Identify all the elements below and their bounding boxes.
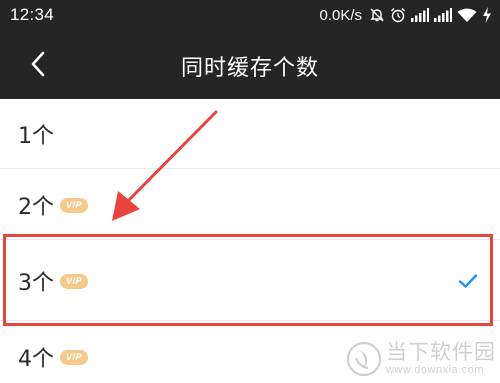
wifi-icon: [457, 8, 477, 23]
charging-icon: [482, 7, 492, 23]
option-row-1[interactable]: 1个: [0, 99, 500, 169]
option-row-3[interactable]: 3个 VIP: [0, 241, 500, 321]
status-icons: 0.0K/s: [319, 5, 492, 25]
vip-badge: VIP: [60, 273, 89, 289]
net-speed: 0.0K/s: [319, 6, 362, 24]
option-label: 1个: [18, 118, 54, 150]
vip-badge: VIP: [60, 349, 89, 365]
title-bar: 同时缓存个数: [0, 30, 500, 99]
page-title: 同时缓存个数: [180, 56, 319, 81]
status-time: 12:34: [10, 5, 55, 24]
option-text: 1个: [18, 124, 54, 149]
vip-badge: VIP: [60, 197, 89, 213]
option-label: 4个 VIP: [18, 341, 89, 373]
divider: [0, 239, 500, 240]
divider: [0, 320, 500, 321]
option-row-2[interactable]: 2个 VIP: [0, 170, 500, 240]
alarm-icon: [390, 7, 406, 23]
option-row-4[interactable]: 4个 VIP: [0, 322, 500, 383]
checkmark-icon: [458, 274, 478, 288]
mute-bell-icon: [369, 7, 385, 23]
signal-icon: [434, 8, 452, 22]
option-label: 2个 VIP: [18, 189, 89, 221]
screen: 12:34 0.0K/s 同时缓存个数 1个 2个 VIP 3个 VIP 4个 …: [0, 0, 500, 383]
option-label: 3个 VIP: [18, 265, 89, 297]
status-bar: 12:34 0.0K/s: [0, 0, 500, 30]
signal-icon: [411, 8, 429, 22]
option-text: 3个: [18, 271, 54, 296]
option-text: 4个: [18, 347, 54, 372]
option-text: 2个: [18, 195, 54, 220]
divider: [0, 168, 500, 169]
